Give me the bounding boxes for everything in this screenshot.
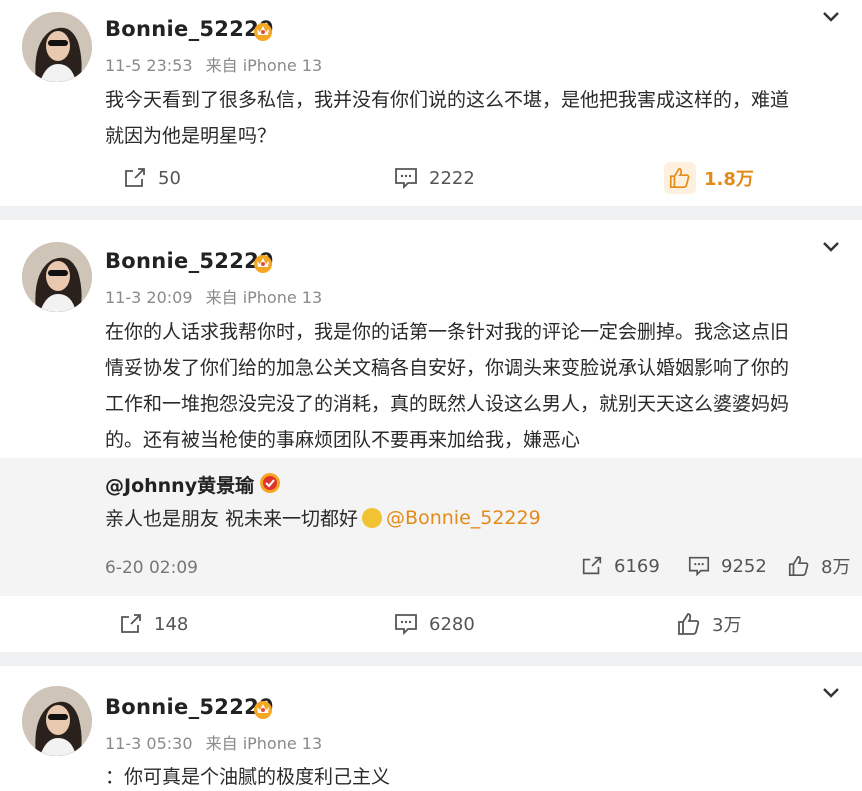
post-text-line: 在你的人话求我帮你时，我是你的话第一条针对我的评论一定会删掉。我念这点旧 — [105, 321, 790, 343]
vip-crown-icon — [254, 255, 272, 273]
comment-count: 9252 — [721, 555, 767, 577]
comment-count: 6280 — [429, 613, 475, 635]
repost-icon — [125, 168, 145, 187]
post-actions: 50 2222 1.8万 — [0, 158, 862, 198]
verified-badge-icon — [260, 473, 280, 493]
post-meta: 11-3 05:30 来自 iPhone 13 — [105, 730, 322, 754]
chevron-down-icon[interactable] — [822, 11, 840, 23]
post-text: 在你的人话求我帮你时，我是你的话第一条针对我的评论一定会删掉。我念这点旧 情妥协… — [105, 314, 832, 458]
avatar[interactable] — [22, 686, 92, 756]
repost-comment-button[interactable]: 9252 — [687, 548, 767, 584]
comment-button[interactable]: 2222 — [393, 158, 475, 198]
repost-count: 50 — [158, 167, 181, 189]
comment-icon — [395, 614, 417, 636]
like-icon-wrap — [664, 162, 696, 194]
comment-count: 2222 — [429, 167, 475, 189]
post-text-line: 的。还有被当枪使的事麻烦团队不要再来加给我，嫌恶心 — [105, 429, 581, 451]
repost-repost-button[interactable]: 6169 — [580, 548, 660, 584]
comment-button[interactable]: 6280 — [393, 604, 475, 644]
chevron-down-icon[interactable] — [822, 687, 840, 699]
repost-like-button[interactable]: 8万 — [787, 548, 850, 584]
post-time: 11-3 05:30 — [105, 734, 193, 753]
repost-author[interactable]: @Johnny黄景瑜 — [105, 471, 254, 498]
repost-count: 148 — [154, 613, 189, 635]
comment-icon — [688, 556, 710, 577]
username[interactable]: Bonnie_52229 — [105, 695, 274, 719]
repost-text: 亲人也是朋友 祝未来一切都好 @Bonnie_52229 — [105, 504, 541, 531]
post-source: 来自 iPhone 13 — [205, 56, 323, 75]
repost-button[interactable]: 148 — [118, 604, 188, 644]
vip-crown-icon — [254, 701, 272, 719]
post-text-line: ：你可真是个油腻的极度利己主义 — [105, 766, 391, 788]
username[interactable]: Bonnie_52229 — [105, 17, 274, 41]
repost-text-body: 亲人也是朋友 祝未来一切都好 — [105, 508, 359, 530]
like-button[interactable]: 1.8万 — [664, 158, 754, 198]
vip-crown-icon — [254, 23, 272, 41]
like-button[interactable]: 3万 — [676, 604, 741, 644]
post-text-line: 情妥协发了你们给的加急公关文稿各自安好，你调头来变脸说承认婚姻影响了你的 — [105, 357, 790, 379]
post-text-line: 我今天看到了很多私信，我并没有你们说的这么不堪，是他把我害成这样的，难道 — [105, 89, 790, 111]
post-source: 来自 iPhone 13 — [205, 288, 323, 307]
avatar[interactable] — [22, 242, 92, 312]
repost-icon — [582, 556, 602, 575]
repost-button[interactable]: 50 — [122, 158, 181, 198]
post-text: 我今天看到了很多私信，我并没有你们说的这么不堪，是他把我害成这样的，难道 就因为… — [105, 82, 832, 154]
avatar[interactable] — [22, 12, 92, 82]
repost-count: 6169 — [614, 555, 660, 577]
post-time: 11-3 20:09 — [105, 288, 193, 307]
thumbs-up-icon — [669, 167, 690, 189]
post-card: Bonnie_52229 11-3 20:09 来自 iPhone 13 在你的… — [0, 220, 862, 652]
comment-icon — [395, 168, 417, 190]
thumbs-up-icon — [788, 555, 809, 577]
username[interactable]: Bonnie_52229 — [105, 249, 274, 273]
post-text-line: 就因为他是明星吗？ — [105, 125, 277, 147]
post-card: Bonnie_52229 11-5 23:53 来自 iPhone 13 我今天… — [0, 0, 862, 206]
like-count: 1.8万 — [704, 169, 754, 190]
post-card: Bonnie_52229 11-3 05:30 来自 iPhone 13 ：你可… — [0, 666, 862, 791]
reposted-original[interactable]: @Johnny黄景瑜 亲人也是朋友 祝未来一切都好 @Bonnie_52229 … — [0, 458, 862, 596]
post-text-line: 工作和一堆抱怨没完没了的消耗，真的既然人设这么男人，就别天天这么婆婆妈妈 — [105, 393, 790, 415]
chevron-down-icon[interactable] — [822, 241, 840, 253]
post-source: 来自 iPhone 13 — [205, 734, 323, 753]
post-text: ：你可真是个油腻的极度利己主义 — [105, 759, 832, 791]
mention-link[interactable]: @Bonnie_52229 — [386, 507, 541, 529]
weibo-feed: Bonnie_52229 11-5 23:53 来自 iPhone 13 我今天… — [0, 0, 862, 791]
post-meta: 11-3 20:09 来自 iPhone 13 — [105, 284, 322, 308]
post-actions: 148 6280 3万 — [0, 604, 862, 644]
thumbs-up-icon — [678, 613, 700, 635]
like-count: 8万 — [821, 557, 851, 578]
smile-emoji-icon — [362, 507, 383, 528]
repost-time: 6-20 02:09 — [105, 558, 198, 578]
post-meta: 11-5 23:53 来自 iPhone 13 — [105, 52, 322, 76]
repost-icon — [121, 614, 141, 633]
post-time: 11-5 23:53 — [105, 56, 193, 75]
like-count: 3万 — [712, 615, 742, 636]
